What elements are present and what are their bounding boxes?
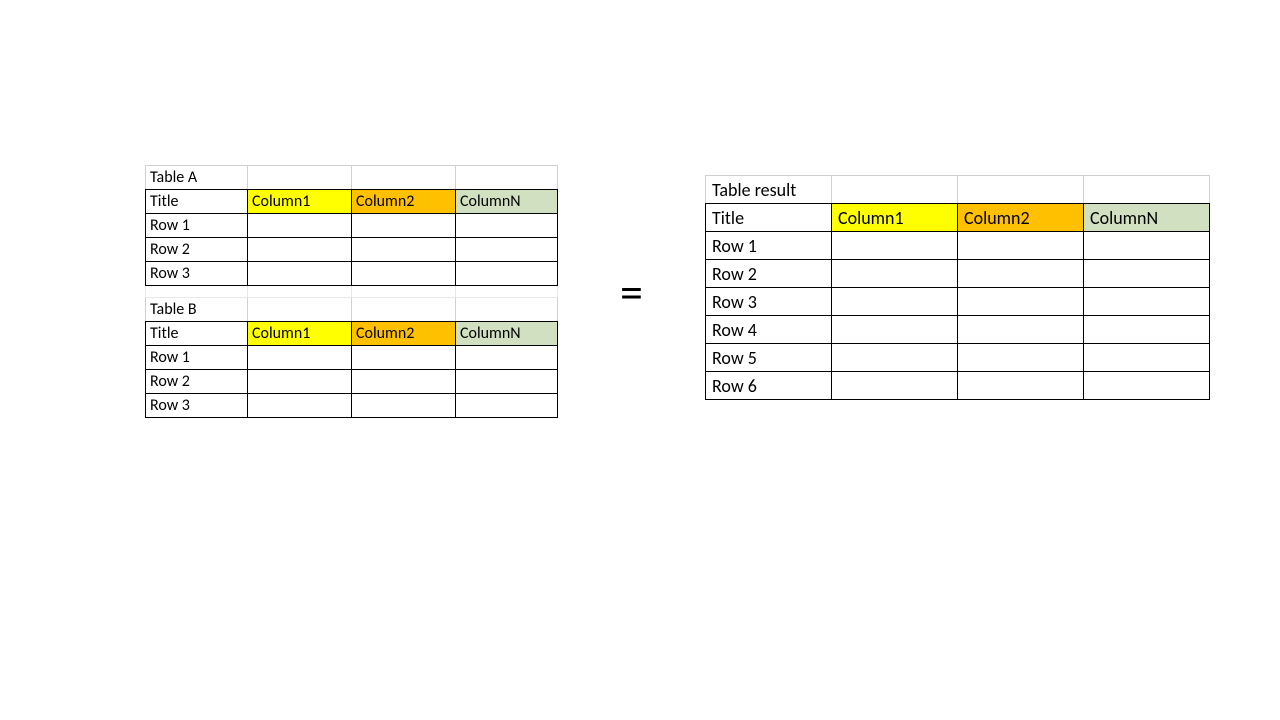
table-row: Row 2: [146, 238, 558, 262]
table-a-name: Table A: [146, 166, 248, 190]
table-result: Table result Title Column1 Column2 Colum…: [705, 175, 1210, 400]
table-a-name-row: Table A: [146, 166, 558, 190]
table-row: Row 3: [146, 262, 558, 286]
table-row: Row 1: [146, 346, 558, 370]
table-b-header-title: Title: [146, 322, 248, 346]
table-result-name-row: Table result: [706, 176, 1210, 204]
table-a-header-colN: ColumnN: [456, 190, 558, 214]
table-a-header-title: Title: [146, 190, 248, 214]
table-row: Row 1: [706, 232, 1210, 260]
table-b-header-colN: ColumnN: [456, 322, 558, 346]
table-row: Row 2: [706, 260, 1210, 288]
table-row: Row 4: [706, 316, 1210, 344]
table-result-header-title: Title: [706, 204, 832, 232]
table-a-header-col2: Column2: [352, 190, 456, 214]
table-row: Row 1: [146, 214, 558, 238]
table-row: Row 3: [146, 394, 558, 418]
table-b-header-col2: Column2: [352, 322, 456, 346]
result-table-group: Table result Title Column1 Column2 Colum…: [705, 175, 1210, 400]
table-b-header-row: Title Column1 Column2 ColumnN: [146, 322, 558, 346]
table-a-header-col1: Column1: [248, 190, 352, 214]
table-a-header-row: Title Column1 Column2 ColumnN: [146, 190, 558, 214]
table-b-header-col1: Column1: [248, 322, 352, 346]
table-result-name: Table result: [706, 176, 832, 204]
table-result-header-row: Title Column1 Column2 ColumnN: [706, 204, 1210, 232]
table-result-header-colN: ColumnN: [1084, 204, 1210, 232]
table-row: Row 6: [706, 372, 1210, 400]
table-result-header-col2: Column2: [958, 204, 1084, 232]
table-a: Table A Title Column1 Column2 ColumnN Ro…: [145, 165, 558, 418]
equals-sign: =: [620, 265, 643, 321]
table-result-header-col1: Column1: [832, 204, 958, 232]
spacer-row: [146, 286, 558, 298]
left-tables-group: Table A Title Column1 Column2 ColumnN Ro…: [145, 165, 558, 418]
table-row: Row 2: [146, 370, 558, 394]
table-row: Row 5: [706, 344, 1210, 372]
table-row: Row 3: [706, 288, 1210, 316]
table-b-name: Table B: [146, 298, 248, 322]
table-b-name-row: Table B: [146, 298, 558, 322]
